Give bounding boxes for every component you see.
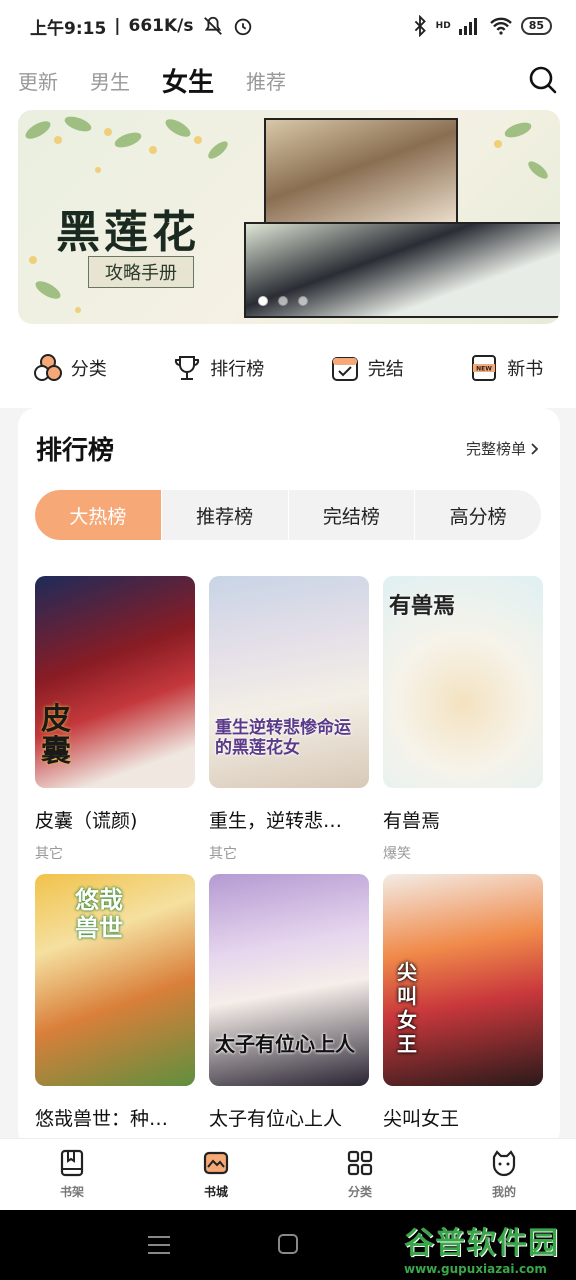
book-category: 爆笑 [383,846,411,862]
carousel-dot[interactable] [298,296,308,306]
status-time: 上午9:15 [30,18,107,39]
watermark-text: 谷普软件园 [404,1226,559,1261]
banner-carousel[interactable]: 黑莲花 攻略手册 [18,110,560,324]
book-cover[interactable]: 有兽焉 [383,576,543,788]
book-cover[interactable]: 重生逆转悲惨命运的黑莲花女 [209,576,369,788]
ranking-title: 排行榜 [36,436,115,466]
quick-link-label: 分类 [70,359,107,380]
search-icon[interactable] [528,65,558,95]
bottom-nav-profile[interactable]: 我的 [464,1149,544,1200]
quick-links: 分类 排行榜 完结 NEW 新书 [0,338,576,398]
status-speed: 661K/s [128,16,194,36]
book-category: 其它 [209,846,237,862]
calendar-check-icon [331,357,358,381]
quick-link-new[interactable]: NEW 新书 [469,353,543,383]
book-card[interactable]: 尖叫女王 尖叫女王 [383,874,543,1141]
quick-link-label: 新书 [507,359,544,380]
signal-icon [458,18,477,35]
carousel-dots [258,296,308,306]
book-cover[interactable]: 皮囊 [35,576,195,788]
book-title: 太子有位心上人 [209,1108,343,1130]
new-book-icon: NEW [472,355,497,381]
book-cover[interactable]: 尖叫女王 [383,874,543,1086]
book-category: 其它 [35,846,63,862]
chevron-right-icon [531,442,539,455]
carousel-dot[interactable] [258,296,268,306]
bottom-nav-label: 我的 [491,1185,516,1199]
tab-male[interactable]: 男生 [90,66,130,95]
hd-label: HD [435,21,451,31]
banner-art-top [264,118,458,232]
quick-link-category[interactable]: 分类 [33,353,107,383]
recent-apps-icon[interactable] [148,1236,170,1254]
profile-icon [492,1150,516,1177]
tab-female[interactable]: 女生 [162,62,214,99]
book-card[interactable]: 重生逆转悲惨命运的黑莲花女 重生，逆转悲… 其它 [209,576,369,863]
segment-recommend[interactable]: 推荐榜 [162,490,289,540]
ranking-segmented-control: 大热榜 推荐榜 完结榜 高分榜 [35,490,541,540]
tab-update[interactable]: 更新 [18,66,58,95]
quick-link-ranking[interactable]: 排行榜 [172,353,264,383]
banner-subtitle: 攻略手册 [88,256,194,288]
grid-icon [347,1150,373,1176]
tab-recommend[interactable]: 推荐 [246,66,286,95]
bookshelf-icon [60,1149,84,1177]
svg-text:NEW: NEW [476,366,492,373]
status-divider: | [114,16,121,36]
bottom-nav: 书架 书城 分类 我的 [0,1138,576,1210]
category-icon [33,354,62,381]
book-card[interactable]: 有兽焉 有兽焉 爆笑 [383,576,543,863]
book-title: 有兽焉 [383,810,441,832]
bottom-nav-label: 分类 [347,1185,372,1199]
quick-link-label: 排行榜 [210,359,265,380]
bottom-nav-label: 书架 [59,1185,84,1199]
bottom-nav-label: 书城 [203,1185,228,1199]
book-cover[interactable]: 悠哉兽世 [35,874,195,1086]
status-bar: 上午9:15 | 661K/s HD 85 [0,0,576,52]
book-cover-title: 皮囊 [41,702,71,769]
quick-link-label: 完结 [367,359,404,380]
book-cover-title: 重生逆转悲惨命运的黑莲花女 [215,718,351,758]
wifi-icon [489,17,512,35]
segment-hot[interactable]: 大热榜 [35,490,162,540]
book-title: 尖叫女王 [383,1108,460,1130]
bookstore-icon [203,1151,229,1175]
bottom-nav-bookstore[interactable]: 书城 [176,1149,256,1200]
book-cover-title: 尖叫女王 [397,960,417,1056]
watermark-url: www.gupuxiazai.com [404,1262,547,1276]
battery-indicator: 85 [520,17,552,35]
carousel-dot[interactable] [278,296,288,306]
alarm-icon [234,18,251,36]
book-title: 皮囊（谎颜) [35,810,138,832]
top-nav: 更新 男生 女生 推荐 [0,52,576,108]
banner-title: 黑莲花 [56,207,200,258]
bottom-nav-category[interactable]: 分类 [320,1149,400,1200]
book-card[interactable]: 皮囊 皮囊（谎颜) 其它 [35,576,195,863]
book-cover-title: 悠哉兽世 [75,885,123,942]
segment-high-score[interactable]: 高分榜 [415,490,541,540]
book-cover[interactable]: 太子有位心上人 [209,874,369,1086]
bottom-nav-bookshelf[interactable]: 书架 [32,1149,112,1200]
watermark: 谷普软件园 www.gupuxiazai.com [404,1218,572,1276]
home-icon[interactable] [278,1234,298,1254]
book-cover-title: 太子有位心上人 [215,1032,355,1056]
book-card[interactable]: 太子有位心上人 太子有位心上人 [209,874,369,1141]
bluetooth-icon [414,15,426,37]
book-title: 悠哉兽世：种… [35,1108,169,1130]
book-cover-title: 有兽焉 [389,593,456,619]
segment-completed[interactable]: 完结榜 [289,490,416,540]
book-card[interactable]: 悠哉兽世 悠哉兽世：种… [35,874,195,1141]
ranking-section: 排行榜 完整榜单 大热榜 推荐榜 完结榜 高分榜 皮囊 皮囊（谎颜) 其它 重生… [18,408,560,1148]
mute-icon [203,16,222,35]
full-list-label: 完整榜单 [465,440,526,458]
book-title: 重生，逆转悲… [209,810,343,832]
quick-link-completed[interactable]: 完结 [330,353,404,383]
full-list-link[interactable]: 完整榜单 [466,438,540,459]
trophy-icon [175,356,200,380]
